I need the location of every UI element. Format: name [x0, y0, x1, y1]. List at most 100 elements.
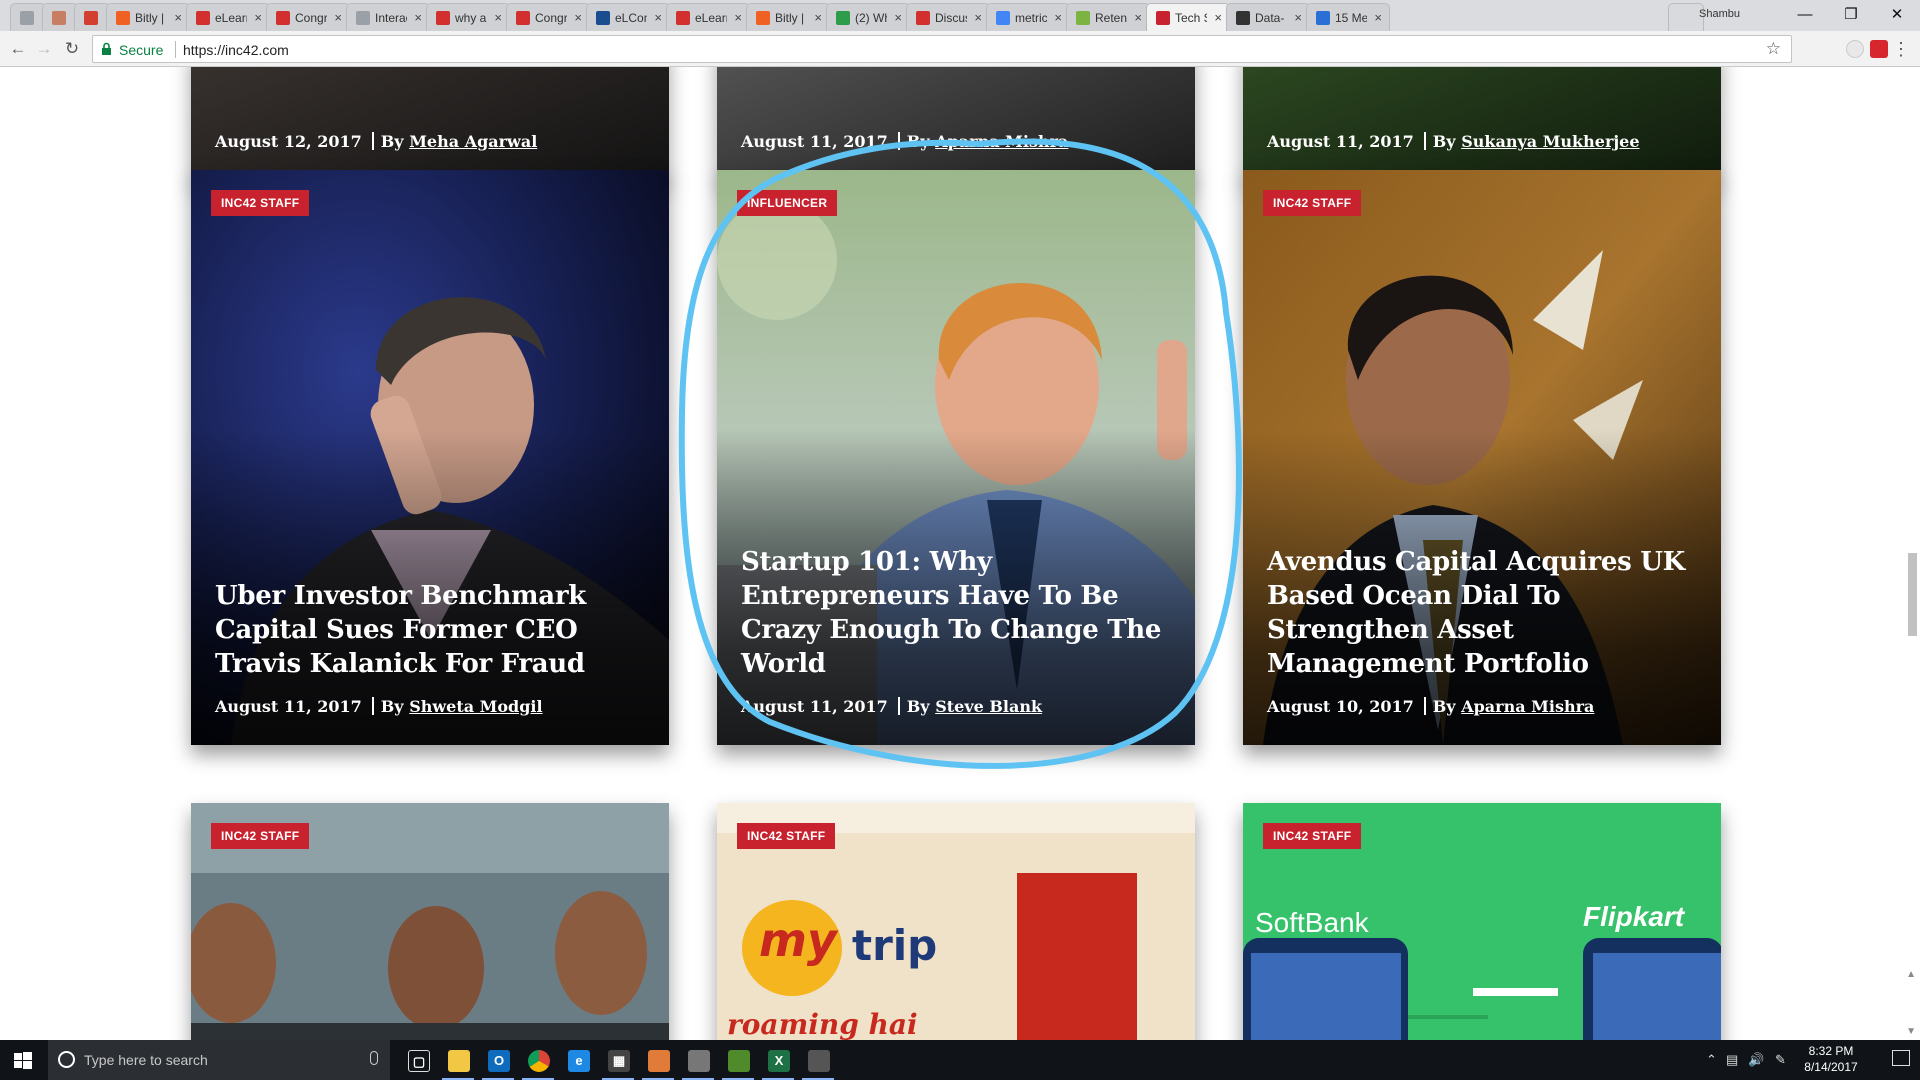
tab-close-icon[interactable]: ×: [494, 10, 502, 25]
browser-tab[interactable]: Bitly | ×: [746, 3, 830, 31]
network-icon[interactable]: ▤: [1726, 1052, 1738, 1068]
forward-button[interactable]: →: [32, 37, 56, 61]
browser-tab[interactable]: metric ×: [986, 3, 1070, 31]
tab-close-icon[interactable]: ×: [894, 10, 902, 25]
taskbar-clock[interactable]: 8:32 PM 8/14/2017: [1795, 1043, 1867, 1075]
action-center-icon[interactable]: [1892, 1050, 1910, 1066]
taskbar-app[interactable]: [678, 1044, 718, 1080]
address-bar[interactable]: Secure https://inc42.com ☆: [92, 35, 1792, 63]
whatsapp-icon: [836, 11, 850, 25]
taskbar-app[interactable]: e: [558, 1044, 598, 1078]
volume-icon[interactable]: 🔊: [1748, 1052, 1764, 1068]
browser-tab[interactable]: Data- ×: [1226, 3, 1310, 31]
browser-tab[interactable]: 15 Me ×: [1306, 3, 1390, 31]
article-card[interactable]: August 11, 2017 By Sukanya Mukherjee: [1243, 67, 1721, 179]
category-badge[interactable]: INC42 STAFF: [211, 190, 310, 216]
scroll-up-icon[interactable]: ▲: [1906, 969, 1916, 980]
url-text[interactable]: https://inc42.com: [183, 42, 289, 58]
tab-close-icon[interactable]: ×: [1214, 10, 1222, 25]
start-button[interactable]: [0, 1040, 46, 1080]
minimize-button[interactable]: —: [1782, 3, 1828, 27]
task-view-icon: ▢: [408, 1050, 430, 1072]
browser-tab[interactable]: Congr ×: [506, 3, 590, 31]
tab-close-icon[interactable]: ×: [254, 10, 262, 25]
taskbar-app[interactable]: O: [478, 1044, 518, 1080]
category-badge[interactable]: INC42 STAFF: [1263, 823, 1362, 849]
browser-tab[interactable]: [74, 3, 110, 31]
extension-red-icon[interactable]: [1870, 40, 1888, 58]
tab-close-icon[interactable]: ×: [1054, 10, 1062, 25]
tab-close-icon[interactable]: ×: [1374, 10, 1382, 25]
browser-tab[interactable]: (2) Wh ×: [826, 3, 910, 31]
taskbar-app[interactable]: ▢: [398, 1044, 438, 1078]
article-title[interactable]: Startup 101: Why Entrepreneurs Have To B…: [741, 545, 1171, 681]
bookmark-star-icon[interactable]: ☆: [1766, 39, 1781, 59]
browser-tab[interactable]: Retent ×: [1066, 3, 1150, 31]
tab-close-icon[interactable]: ×: [174, 10, 182, 25]
article-card[interactable]: INC42 STAFF: [191, 803, 669, 1040]
tab-close-icon[interactable]: ×: [414, 10, 422, 25]
author-link[interactable]: Aparna Mishra: [1461, 697, 1594, 716]
tab-close-icon[interactable]: ×: [1134, 10, 1142, 25]
taskbar-app[interactable]: X: [758, 1044, 798, 1080]
tab-close-icon[interactable]: ×: [1294, 10, 1302, 25]
author-link[interactable]: Meha Agarwal: [409, 132, 537, 151]
browser-tab[interactable]: [42, 3, 78, 31]
article-date: August 10, 2017: [1267, 697, 1414, 716]
browser-tab[interactable]: eLCon ×: [586, 3, 670, 31]
author-link[interactable]: Sukanya Mukherjee: [1461, 132, 1639, 151]
category-badge[interactable]: INC42 STAFF: [211, 823, 310, 849]
browser-tab[interactable]: Bitly | ×: [106, 3, 190, 31]
article-card[interactable]: INC42 STAFF Avendus Capital Acquires UK …: [1243, 170, 1721, 745]
browser-tab[interactable]: Congr ×: [266, 3, 350, 31]
back-button[interactable]: ←: [6, 37, 30, 61]
category-badge[interactable]: INFLUENCER: [737, 190, 838, 216]
category-badge[interactable]: INC42 STAFF: [1263, 190, 1362, 216]
scrollbar-thumb[interactable]: [1908, 553, 1917, 636]
taskbar-app[interactable]: ▦: [598, 1044, 638, 1080]
tab-close-icon[interactable]: ×: [654, 10, 662, 25]
close-window-button[interactable]: ✕: [1874, 3, 1920, 27]
browser-tab[interactable]: Interac ×: [346, 3, 430, 31]
microphone-icon[interactable]: [370, 1051, 378, 1065]
profile-name[interactable]: Shambu: [1699, 8, 1740, 20]
article-title[interactable]: Uber Investor Benchmark Capital Sues For…: [215, 579, 645, 681]
author-link[interactable]: Steve Blank: [935, 697, 1042, 716]
taskbar-app[interactable]: [718, 1044, 758, 1080]
tab-close-icon[interactable]: ×: [334, 10, 342, 25]
browser-tab[interactable]: eLearn ×: [186, 3, 270, 31]
article-card[interactable]: my trip roaming hai INC42 STAFF: [717, 803, 1195, 1040]
taskbar-app[interactable]: [518, 1044, 558, 1080]
taskbar-app[interactable]: [638, 1044, 678, 1080]
browser-tab[interactable]: why a ×: [426, 3, 510, 31]
author-link[interactable]: Aparna Mishra: [935, 132, 1068, 151]
scroll-down-icon[interactable]: ▼: [1906, 1026, 1916, 1037]
browser-tab[interactable]: Tech S ×: [1146, 3, 1230, 32]
taskbar-search[interactable]: Type here to search: [48, 1040, 390, 1080]
browser-menu-icon[interactable]: ⋮: [1892, 37, 1910, 61]
secure-label: Secure: [119, 42, 164, 58]
article-card[interactable]: August 11, 2017 By Aparna Mishra: [717, 67, 1195, 179]
tab-title: Congr: [295, 11, 327, 25]
browser-tab[interactable]: eLearn ×: [666, 3, 750, 31]
browser-tab[interactable]: [10, 3, 46, 31]
pen-icon[interactable]: ✎: [1775, 1052, 1786, 1068]
article-title[interactable]: Avendus Capital Acquires UK Based Ocean …: [1267, 545, 1697, 681]
article-card[interactable]: INFLUENCER Startup 101: Why Entrepreneur…: [717, 170, 1195, 745]
reload-button[interactable]: ↻: [60, 37, 84, 61]
tab-close-icon[interactable]: ×: [574, 10, 582, 25]
browser-tab[interactable]: Discus ×: [906, 3, 990, 31]
category-badge[interactable]: INC42 STAFF: [737, 823, 836, 849]
tray-chevron-icon[interactable]: ⌃: [1706, 1052, 1717, 1068]
taskbar-app[interactable]: [438, 1044, 478, 1080]
tab-close-icon[interactable]: ×: [734, 10, 742, 25]
author-link[interactable]: Shweta Modgil: [409, 697, 542, 716]
article-card[interactable]: INC42 STAFF Uber Investor Benchmark Capi…: [191, 170, 669, 745]
article-card[interactable]: SoftBank Flipkart INC42 STAFF: [1243, 803, 1721, 1040]
extension-grey-icon[interactable]: [1846, 40, 1864, 58]
article-card[interactable]: August 12, 2017 By Meha Agarwal: [191, 67, 669, 179]
tab-close-icon[interactable]: ×: [974, 10, 982, 25]
taskbar-app[interactable]: [798, 1044, 838, 1080]
restore-button[interactable]: ❐: [1828, 3, 1874, 27]
tab-close-icon[interactable]: ×: [814, 10, 822, 25]
